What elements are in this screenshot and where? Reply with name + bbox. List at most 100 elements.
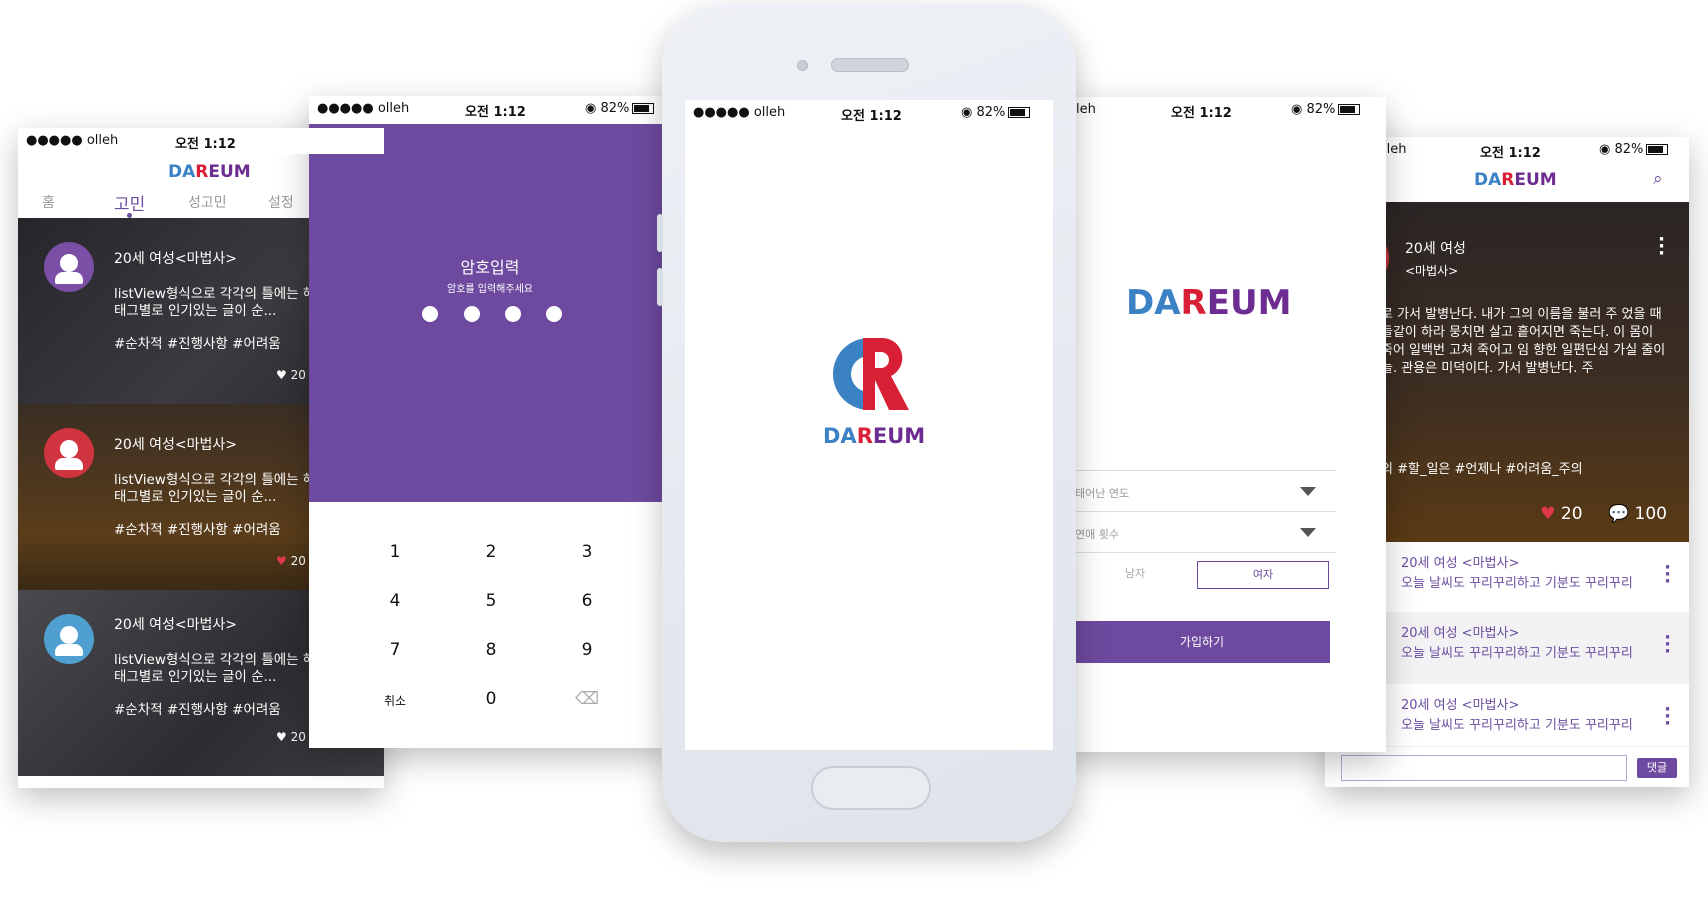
join-button[interactable]: 가입하기 — [1074, 621, 1330, 663]
post-title: 20세 여성<마법사> — [114, 617, 238, 633]
comment-text: 오늘 날씨도 꾸리꾸리하고 기분도 꾸리꾸리 — [1401, 576, 1633, 591]
key-0[interactable]: 0 — [461, 689, 521, 709]
key-6[interactable]: 6 — [557, 591, 617, 611]
post-body: 로 가서 발병난다. 내가 그의 이름을 불러 주 었을 때 들같이 하라 뭉치… — [1381, 306, 1665, 378]
speaker-grille — [831, 58, 909, 72]
battery-label: 82% — [600, 101, 630, 116]
post-line: 태그별로 인기있는 글이 순... — [114, 303, 277, 319]
comment-input[interactable] — [1341, 755, 1627, 781]
volume-button — [657, 214, 663, 252]
backspace-icon[interactable]: ⌫ — [557, 689, 617, 709]
post-body: listView형식으로 각각의 틀에는 해. 태그별로 인기있는 글이 순... — [114, 286, 320, 320]
search-icon[interactable]: ⌕ — [1653, 169, 1663, 189]
post-line: 늘. 관용은 미덕이다. 가서 발병난다. 주 — [1381, 361, 1594, 376]
post-title: 20세 여성 — [1405, 241, 1466, 257]
post-line: listView형식으로 각각의 틀에는 해. — [114, 472, 320, 488]
pin-screen: ●●●●● olleh 오전 1:12 ◉ 82% 암호입력 암호를 입력해주세… — [309, 96, 671, 748]
splash-screen: ●●●●● olleh 오전 1:12 ◉ 82% DAREUM — [685, 100, 1053, 750]
carrier-label: ●●●●● olleh — [317, 101, 410, 116]
comment-author: 20세 여성 <마법사> — [1401, 556, 1520, 571]
key-3[interactable]: 3 — [557, 542, 617, 562]
key-8[interactable]: 8 — [461, 640, 521, 660]
tab-home[interactable]: 홈 — [42, 192, 55, 212]
heart-icon: ♥ — [276, 368, 287, 382]
pin-dot — [505, 306, 521, 322]
key-4[interactable]: 4 — [365, 591, 425, 611]
time-label: 오전 1:12 — [465, 105, 526, 120]
key-2[interactable]: 2 — [461, 542, 521, 562]
heart-icon: ♥ — [276, 554, 287, 568]
carrier-label: leh — [1076, 102, 1096, 117]
tab-settings[interactable]: 설정 — [268, 192, 294, 212]
rotation-lock-icon: ◉ — [585, 101, 597, 116]
post-subtitle: <마법사> — [1405, 264, 1459, 278]
time-label: 오전 1:12 — [1171, 106, 1232, 121]
battery-indicator: ◉ 82% — [1599, 142, 1669, 157]
app-logo: DAREUM — [823, 424, 926, 448]
post-line: 태그별로 인기있는 글이 순... — [114, 669, 277, 685]
more-options-icon[interactable]: · · · — [1664, 701, 1671, 733]
comment-input-bar: 댓글 — [1325, 746, 1689, 787]
comment-value: 100 — [1634, 504, 1667, 524]
app-logo: DAREUM — [168, 162, 251, 182]
birth-year-select[interactable]: 태어난 연도 — [1060, 470, 1336, 512]
carrier-label: ●●●●● olleh — [693, 105, 786, 120]
gender-female-button[interactable]: 여자 — [1197, 561, 1329, 589]
gender-male-button[interactable]: 남자 — [1070, 561, 1200, 587]
app-logo: DAREUM — [1126, 283, 1292, 323]
signup-screen: leh 오전 1:12 ◉ 82% DAREUM 태어난 연도 연애 횟수 남자… — [1060, 97, 1386, 752]
pin-subtitle: 암호를 입력해주세요 — [447, 284, 533, 295]
battery-indicator: ◉ 82% — [961, 105, 1031, 120]
pin-dot — [464, 306, 480, 322]
carrier-label: ●●●●● olleh — [26, 133, 119, 148]
send-comment-button[interactable]: 댓글 — [1637, 758, 1677, 778]
battery-icon — [1338, 104, 1361, 115]
like-count: ♥ 20 — [276, 368, 306, 382]
more-options-icon[interactable]: · · · — [1658, 231, 1665, 263]
dating-count-label: 연애 횟수 — [1075, 528, 1119, 541]
heart-icon[interactable]: ♥ — [1540, 504, 1555, 524]
key-7[interactable]: 7 — [365, 640, 425, 660]
chevron-down-icon — [1300, 487, 1316, 496]
post-line: 로 가서 발병난다. 내가 그의 이름을 불러 주 었을 때 — [1381, 307, 1662, 322]
pin-panel: 암호입력 암호를 입력해주세요 — [309, 124, 671, 502]
key-5[interactable]: 5 — [461, 591, 521, 611]
home-button[interactable] — [811, 766, 931, 810]
post-title: 20세 여성<마법사> — [114, 251, 238, 267]
rotation-lock-icon: ◉ — [1599, 142, 1611, 157]
cancel-key[interactable]: 취소 — [365, 692, 425, 709]
post-tags: #순차적 #진행사항 #어려움 — [114, 336, 281, 352]
comment-text: 오늘 날씨도 꾸리꾸리하고 기분도 꾸리꾸리 — [1401, 646, 1633, 661]
like-value: 20 — [290, 368, 306, 382]
post-line: 들같이 하라 뭉치면 살고 흩어지면 죽는다. 이 몸이 — [1381, 325, 1654, 340]
tab-worry[interactable]: 고민 — [114, 190, 145, 215]
avatar — [44, 242, 94, 292]
like-value: 20 — [290, 730, 306, 744]
dating-count-select[interactable]: 연애 횟수 — [1060, 512, 1336, 553]
post-line: listView형식으로 각각의 틀에는 해. — [114, 652, 320, 668]
battery-label: 82% — [1306, 102, 1336, 117]
dareum-logo-icon — [833, 338, 909, 410]
comment-author: 20세 여성 <마법사> — [1401, 626, 1520, 641]
comment-icon[interactable]: 💬 — [1608, 504, 1629, 524]
status-bar: leh 오전 1:12 ◉ 82% — [1060, 97, 1386, 123]
status-bar: ●●●●● olleh 오전 1:12 — [18, 128, 384, 154]
rotation-lock-icon: ◉ — [961, 105, 973, 120]
rotation-lock-icon: ◉ — [1291, 102, 1303, 117]
post-title: 20세 여성<마법사> — [114, 437, 238, 453]
key-9[interactable]: 9 — [557, 640, 617, 660]
post-tags: 의 #할_일은 #언제나 #어려움_주의 — [1381, 462, 1583, 477]
tab-sex-worry[interactable]: 성고민 — [188, 192, 227, 212]
more-options-icon[interactable]: · · · — [1664, 559, 1671, 591]
pin-title: 암호입력 — [460, 258, 520, 277]
battery-label: 82% — [976, 105, 1006, 120]
battery-icon — [1646, 144, 1669, 155]
like-value: 20 — [290, 554, 306, 568]
post-body: listView형식으로 각각의 틀에는 해. 태그별로 인기있는 글이 순... — [114, 472, 320, 506]
app-logo: DAREUM — [1474, 170, 1557, 190]
chevron-down-icon — [1300, 528, 1316, 537]
more-options-icon[interactable]: · · · — [1664, 629, 1671, 661]
key-1[interactable]: 1 — [365, 542, 425, 562]
post-stats: ♥ 20 💬 100 — [1540, 504, 1667, 524]
status-bar: ●●●●● olleh 오전 1:12 ◉ 82% — [309, 96, 671, 122]
